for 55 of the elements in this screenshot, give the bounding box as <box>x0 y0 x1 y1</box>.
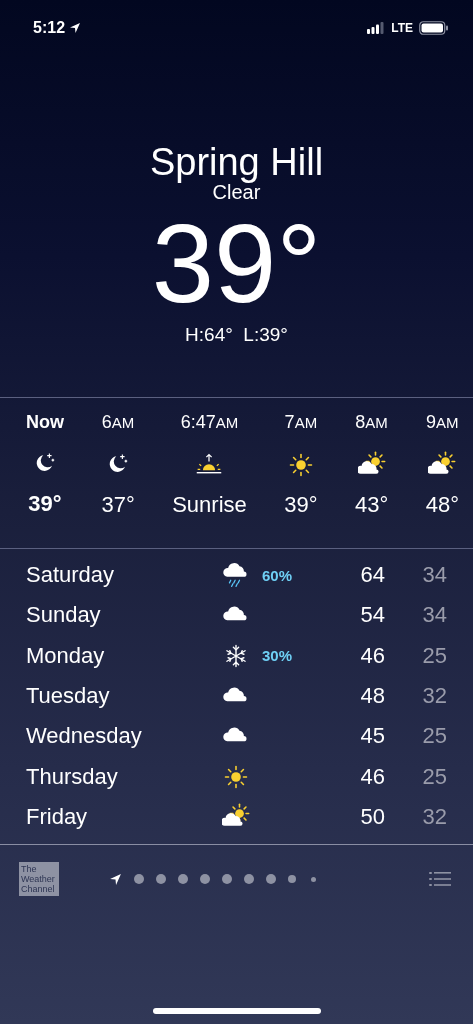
page-dot[interactable] <box>134 874 144 884</box>
hour-temperature: Sunrise <box>172 491 247 519</box>
high-temperature: 50 <box>359 803 385 830</box>
hour-label: 7AM <box>284 411 318 434</box>
location-arrow-icon[interactable] <box>109 872 122 886</box>
day-name: Sunday <box>26 602 102 629</box>
day-name: Saturday <box>26 562 116 589</box>
hour-temperature: 48° <box>425 491 459 519</box>
page-dot[interactable] <box>244 874 254 884</box>
high-temperature: 46 <box>359 642 385 669</box>
precipitation-chance: 60% <box>261 566 294 584</box>
low-temperature: 34 <box>421 562 447 589</box>
low-temperature: 25 <box>421 642 447 669</box>
high-temperature: 54 <box>359 602 385 629</box>
signal-icon <box>367 22 386 34</box>
low-temperature: 25 <box>421 763 447 790</box>
battery-icon <box>419 21 449 35</box>
hour-label: Now <box>26 411 64 434</box>
hour-temperature: 37° <box>101 491 135 519</box>
page-dot[interactable] <box>222 874 232 884</box>
low-temperature: 32 <box>421 803 447 830</box>
current-temperature: 39° <box>151 208 322 320</box>
hour-temperature: 39° <box>28 490 62 518</box>
precipitation-chance: 30% <box>261 647 294 665</box>
day-name: Wednesday <box>26 723 143 750</box>
hour-label: 6AM <box>101 411 135 434</box>
high-temperature: 45 <box>359 723 385 750</box>
low-temperature: 34 <box>421 602 447 629</box>
day-name: Thursday <box>26 763 119 790</box>
city-name: Spring Hill <box>149 140 324 184</box>
hour-temperature: 39° <box>284 491 318 519</box>
list-icon[interactable] <box>429 871 451 887</box>
weather-channel-logo[interactable]: The Weather Channel <box>19 862 59 896</box>
day-name: Friday <box>26 803 89 830</box>
page-dot[interactable] <box>311 876 316 882</box>
page-dot[interactable] <box>288 875 296 883</box>
hour-label: 8AM <box>355 411 388 434</box>
high-low-temperature: H:64° L:39° <box>185 324 288 346</box>
page-dot[interactable] <box>156 874 166 884</box>
page-dot[interactable] <box>266 874 276 884</box>
low-temperature: 32 <box>421 683 447 710</box>
hour-label: 9AM <box>426 411 459 434</box>
high-temperature: 48 <box>359 683 385 710</box>
high-temperature: 64 <box>359 562 385 589</box>
hour-label: 6:47AM <box>180 411 239 434</box>
hour-temperature: 43° <box>354 491 389 519</box>
high-temperature: 46 <box>359 763 385 790</box>
page-dot[interactable] <box>178 874 188 884</box>
location-arrow-icon <box>69 22 82 34</box>
day-name: Tuesday <box>26 683 111 710</box>
network-label: LTE <box>391 21 413 35</box>
low-temperature: 25 <box>421 723 447 750</box>
page-dot[interactable] <box>200 874 210 884</box>
day-name: Monday <box>26 642 106 669</box>
status-time: 5:12 <box>33 19 66 37</box>
